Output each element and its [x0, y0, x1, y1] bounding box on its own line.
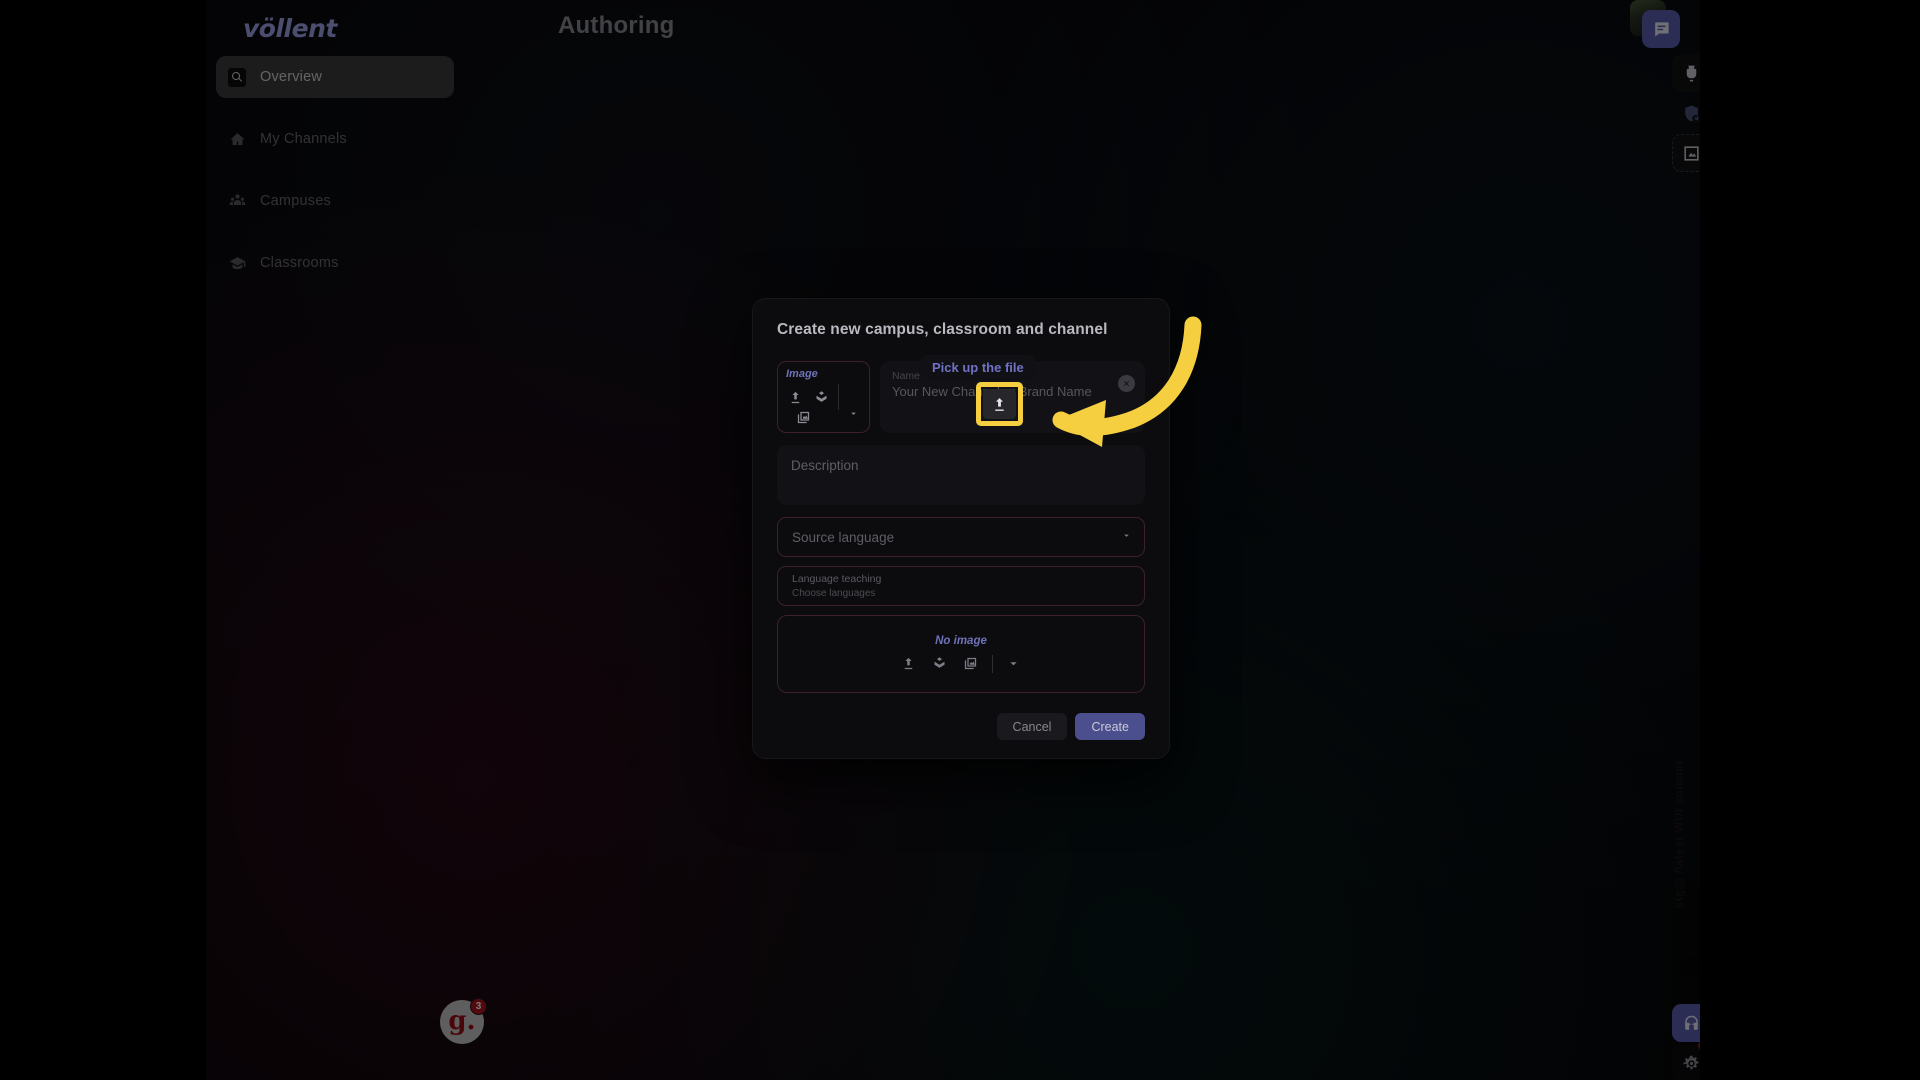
- toolbar-divider: [991, 654, 993, 673]
- upload-icon[interactable]: [784, 386, 806, 408]
- image-status-label: No image: [935, 634, 987, 647]
- source-language-placeholder: Source language: [792, 529, 895, 545]
- open-book-icon[interactable]: [810, 386, 832, 408]
- image-drop-zone[interactable]: No image: [777, 615, 1145, 693]
- upload-icon[interactable]: [983, 389, 1016, 419]
- chevron-down-icon[interactable]: [1121, 528, 1132, 546]
- coach-tooltip: Pick up the file: [919, 355, 1037, 380]
- image-picker[interactable]: Image: [777, 361, 870, 433]
- highlight-target-upload-button[interactable]: [976, 382, 1023, 426]
- screen-root: völlent Authoring Overview My Channels: [0, 0, 1920, 1080]
- gallery-icon[interactable]: [792, 406, 814, 428]
- image-picker-toolbar-secondary: [792, 406, 814, 428]
- dialog-title: Create new campus, classroom and channel: [777, 321, 1108, 338]
- upload-icon[interactable]: [899, 654, 919, 674]
- description-field[interactable]: Description: [777, 445, 1145, 505]
- create-button[interactable]: Create: [1075, 713, 1145, 740]
- cancel-button[interactable]: Cancel: [996, 713, 1068, 740]
- description-placeholder: Description: [791, 458, 859, 473]
- toolbar-divider: [838, 384, 839, 410]
- open-book-icon[interactable]: [930, 654, 950, 674]
- language-teaching-placeholder: Choose languages: [792, 587, 876, 599]
- language-teaching-field[interactable]: Language teaching Choose languages: [777, 566, 1145, 606]
- chevron-down-icon[interactable]: [845, 406, 861, 420]
- chevron-down-icon[interactable]: [1004, 654, 1024, 674]
- app-viewport: völlent Authoring Overview My Channels: [206, 0, 1700, 1080]
- language-teaching-label: Language teaching: [792, 573, 882, 585]
- close-circle-icon[interactable]: [1118, 375, 1135, 392]
- image-drop-toolbar: [899, 654, 1024, 674]
- image-picker-label: Image: [786, 368, 818, 380]
- gallery-icon[interactable]: [961, 654, 981, 674]
- source-language-select[interactable]: Source language: [777, 517, 1145, 557]
- dialog-actions: Cancel Create: [777, 713, 1145, 740]
